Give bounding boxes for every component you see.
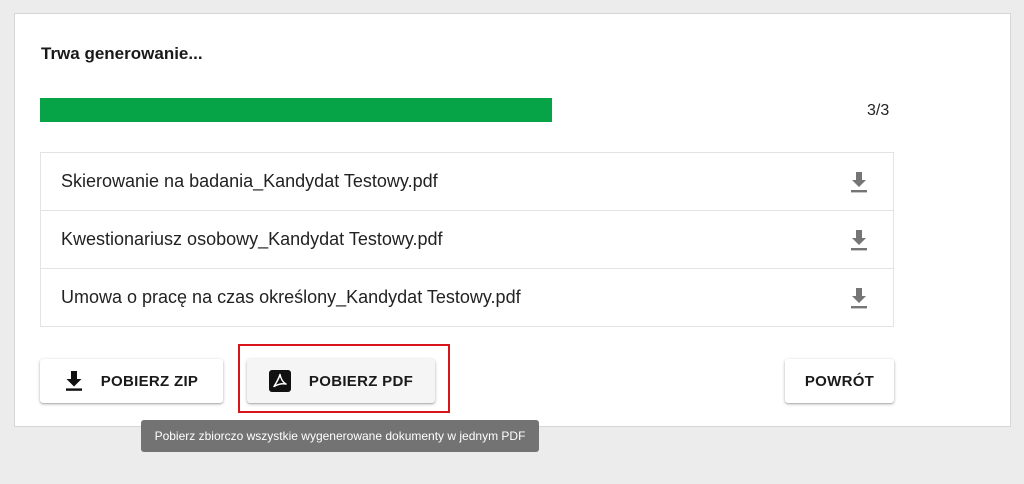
list-item: Kwestionariusz osobowy_Kandydat Testowy.… [41,211,893,269]
list-item: Umowa o pracę na czas określony_Kandydat… [41,269,893,326]
download-pdf-button[interactable]: POBIERZ PDF [247,359,435,403]
list-item: Skierowanie na badania_Kandydat Testowy.… [41,153,893,211]
generation-panel: Trwa generowanie... 3/3 Skierowanie na b… [14,13,1011,427]
file-name: Umowa o pracę na czas określony_Kandydat… [61,287,521,307]
download-zip-button[interactable]: POBIERZ ZIP [40,359,223,403]
file-name: Skierowanie na badania_Kandydat Testowy.… [61,171,438,191]
download-icon[interactable] [849,171,869,193]
panel-title: Trwa generowanie... [41,44,203,63]
tooltip: Pobierz zbiorczo wszystkie wygenerowane … [141,420,539,452]
download-pdf-label: POBIERZ PDF [308,372,414,390]
back-label: POWRÓT [804,372,875,390]
file-name: Kwestionariusz osobowy_Kandydat Testowy.… [61,229,443,249]
file-list: Skierowanie na badania_Kandydat Testowy.… [40,152,894,327]
download-icon[interactable] [849,287,869,309]
download-icon [65,371,83,391]
download-zip-label: POBIERZ ZIP [100,372,199,390]
download-icon[interactable] [849,229,869,251]
pdf-icon [268,370,291,392]
progress-fill [40,98,552,122]
back-button[interactable]: POWRÓT [785,359,894,403]
tooltip-text: Pobierz zbiorczo wszystkie wygenerowane … [154,429,526,443]
progress-bar [40,98,893,122]
progress-count: 3/3 [867,102,890,119]
